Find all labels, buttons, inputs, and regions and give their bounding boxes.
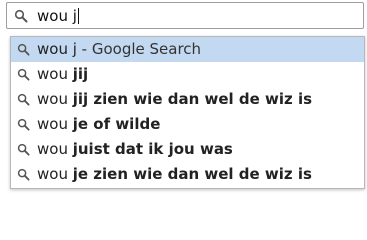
suggestion-item[interactable]: wou juist dat ik jou was bbox=[11, 137, 364, 162]
suggestion-item[interactable]: wou jij bbox=[11, 62, 364, 87]
suggestion-text: wou jij zien wie dan wel de wiz is bbox=[37, 87, 312, 112]
suggestion-typed-part: wou bbox=[37, 140, 73, 158]
search-query-text: wou j bbox=[37, 7, 79, 25]
suggestion-engine-label: - Google Search bbox=[76, 40, 202, 58]
search-query: wou j bbox=[37, 7, 77, 25]
suggestion-typed-part: wou j bbox=[37, 40, 77, 58]
suggestion-text: wou je of wilde bbox=[37, 112, 160, 137]
suggestion-typed-part: wou bbox=[37, 165, 73, 183]
suggestion-completion: juist dat ik jou was bbox=[72, 140, 233, 158]
suggestion-text: wou je zien wie dan wel de wiz is bbox=[37, 162, 312, 187]
suggestion-completion: je zien wie dan wel de wiz is bbox=[72, 165, 312, 183]
suggestion-item[interactable]: wou je zien wie dan wel de wiz is bbox=[11, 162, 364, 187]
suggestion-completion: je of wilde bbox=[72, 115, 161, 133]
search-icon bbox=[17, 118, 30, 131]
autocomplete-window: wou j wou j - Google Search wou jij wou … bbox=[0, 0, 367, 201]
search-icon bbox=[17, 93, 30, 106]
search-icon bbox=[17, 43, 30, 56]
suggestion-text: wou juist dat ik jou was bbox=[37, 137, 233, 162]
suggestion-completion: jij bbox=[72, 65, 89, 83]
suggestion-text: wou j - Google Search bbox=[37, 37, 201, 62]
search-icon bbox=[14, 9, 28, 23]
suggestion-completion: jij zien wie dan wel de wiz is bbox=[72, 90, 313, 108]
suggestion-typed-part: wou bbox=[37, 115, 73, 133]
suggestion-dropdown: wou j - Google Search wou jij wou jij zi… bbox=[10, 36, 365, 189]
suggestion-item-google-search[interactable]: wou j - Google Search bbox=[11, 37, 364, 62]
search-icon bbox=[17, 143, 30, 156]
search-input[interactable]: wou j bbox=[6, 2, 364, 29]
suggestion-typed-part: wou bbox=[37, 90, 73, 108]
suggestion-typed-part: wou bbox=[37, 65, 73, 83]
suggestion-item[interactable]: wou jij zien wie dan wel de wiz is bbox=[11, 87, 364, 112]
suggestion-text: wou jij bbox=[37, 62, 88, 87]
suggestion-item[interactable]: wou je of wilde bbox=[11, 112, 364, 137]
search-icon bbox=[17, 168, 30, 181]
text-caret bbox=[77, 8, 79, 24]
search-icon bbox=[17, 68, 30, 81]
